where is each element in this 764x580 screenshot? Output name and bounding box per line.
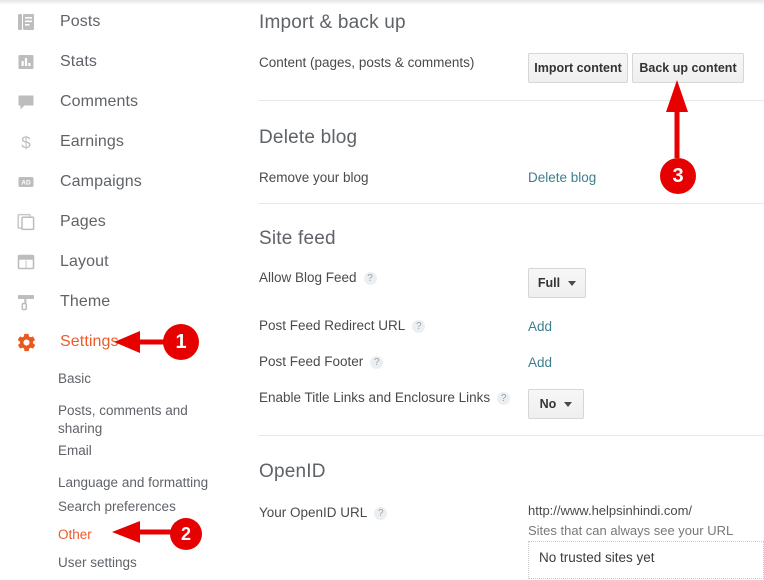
openid-url-value: http://www.helpsinhindi.com/ — [528, 503, 693, 518]
sidebar-item-label: Earnings — [60, 133, 124, 150]
sidebar-item-label: Posts — [60, 13, 101, 30]
sidebar-subitem-language-and-formatting[interactable]: Language and formatting — [58, 474, 240, 491]
sidebar-subitem-basic[interactable]: Basic — [58, 370, 240, 387]
window-top-shadow — [0, 0, 764, 5]
help-icon[interactable]: ? — [370, 356, 384, 369]
chevron-down-icon — [568, 280, 577, 286]
section-divider — [258, 435, 764, 436]
row-label-content: Content (pages, posts & comments) — [259, 55, 475, 70]
sidebar-item-earnings[interactable]: $ Earnings — [0, 122, 240, 162]
enable-title-links-select[interactable]: No — [528, 389, 584, 419]
sidebar-subitem-other[interactable]: Other — [58, 526, 240, 543]
sidebar-item-label: Pages — [60, 213, 106, 230]
sidebar-item-posts[interactable]: Posts — [0, 2, 240, 42]
annotation-badge-2: 2 — [170, 518, 202, 550]
gear-icon — [14, 330, 38, 354]
pages-icon — [14, 210, 38, 234]
post-feed-footer-add-link[interactable]: Add — [528, 355, 552, 370]
sidebar-item-layout[interactable]: Layout — [0, 242, 240, 282]
sidebar-subitem-posts-comments-sharing[interactable]: Posts, comments and sharing — [58, 402, 198, 438]
earnings-icon: $ — [14, 130, 38, 154]
sidebar-item-label: Campaigns — [60, 173, 142, 190]
sidebar-subitem-user-settings[interactable]: User settings — [58, 554, 240, 571]
svg-text:AD: AD — [21, 180, 31, 187]
post-feed-redirect-add-link[interactable]: Add — [528, 319, 552, 334]
row-label-text: Enable Title Links and Enclosure Links — [259, 390, 491, 405]
help-icon[interactable]: ? — [497, 392, 511, 405]
annotation-badge-3: 3 — [660, 158, 696, 194]
sidebar-item-settings[interactable]: Settings — [0, 322, 240, 362]
stats-icon — [14, 50, 38, 74]
posts-icon — [14, 10, 38, 34]
row-label-text: Post Feed Footer — [259, 354, 364, 369]
campaigns-icon: AD — [14, 170, 38, 194]
sidebar-item-label: Stats — [60, 53, 97, 70]
delete-blog-link[interactable]: Delete blog — [528, 170, 596, 185]
section-title-import-backup: Import & back up — [259, 12, 406, 33]
row-label-allow-blog-feed: Allow Blog Feed? — [259, 270, 377, 285]
row-label-text: Post Feed Redirect URL — [259, 318, 406, 333]
sidebar-item-campaigns[interactable]: AD Campaigns — [0, 162, 240, 202]
sidebar-item-label: Layout — [60, 253, 109, 270]
row-label-text: Your OpenID URL — [259, 505, 368, 520]
sidebar-subitem-email[interactable]: Email — [58, 442, 240, 459]
blogger-settings-screen: Posts Stats Comments $ Earnings AD Campa… — [0, 0, 764, 580]
openid-trusted-sites-subtext: Sites that can always see your URL — [528, 523, 734, 538]
help-icon[interactable]: ? — [412, 320, 426, 333]
select-value: Full — [537, 276, 561, 290]
svg-text:$: $ — [21, 133, 31, 152]
settings-content-panel: Import & back up Content (pages, posts &… — [240, 0, 764, 580]
row-label-text: Allow Blog Feed — [259, 270, 357, 285]
help-icon[interactable]: ? — [363, 272, 377, 285]
row-label-remove-your-blog: Remove your blog — [259, 170, 369, 185]
sidebar-item-label: Comments — [60, 93, 139, 110]
section-title-site-feed: Site feed — [259, 228, 336, 249]
row-label-your-openid-url: Your OpenID URL? — [259, 505, 388, 520]
row-label-enable-title-links: Enable Title Links and Enclosure Links? — [259, 390, 511, 405]
import-content-button[interactable]: Import content — [528, 53, 628, 83]
trusted-sites-empty-text: No trusted sites yet — [539, 550, 655, 565]
sidebar-item-theme[interactable]: Theme — [0, 282, 240, 322]
allow-blog-feed-select[interactable]: Full — [528, 268, 586, 298]
sidebar-item-label: Theme — [60, 293, 111, 310]
section-divider — [258, 100, 764, 101]
comments-icon — [14, 90, 38, 114]
back-up-content-button[interactable]: Back up content — [632, 53, 744, 83]
sidebar-subitem-search-preferences[interactable]: Search preferences — [58, 498, 240, 515]
sidebar-item-label: Settings — [60, 333, 119, 350]
sidebar-item-pages[interactable]: Pages — [0, 202, 240, 242]
trusted-sites-box: No trusted sites yet — [528, 541, 764, 579]
row-label-post-feed-footer: Post Feed Footer? — [259, 354, 384, 369]
sidebar: Posts Stats Comments $ Earnings AD Campa… — [0, 0, 240, 580]
theme-icon — [14, 290, 38, 314]
section-title-delete-blog: Delete blog — [259, 127, 358, 148]
chevron-down-icon — [564, 401, 573, 407]
sidebar-item-stats[interactable]: Stats — [0, 42, 240, 82]
section-divider — [258, 203, 764, 204]
row-label-post-feed-redirect-url: Post Feed Redirect URL? — [259, 318, 426, 333]
layout-icon — [14, 250, 38, 274]
help-icon[interactable]: ? — [374, 507, 388, 520]
sidebar-item-comments[interactable]: Comments — [0, 82, 240, 122]
select-value: No — [539, 397, 557, 411]
section-title-openid: OpenID — [259, 461, 326, 482]
annotation-badge-1: 1 — [163, 324, 199, 360]
